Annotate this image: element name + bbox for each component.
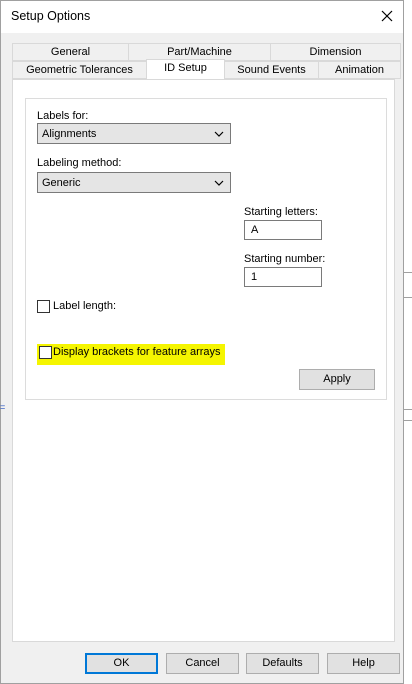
- apply-button[interactable]: Apply: [299, 369, 375, 390]
- label-length-label: Label length:: [53, 300, 116, 312]
- label-length-checkbox[interactable]: [37, 300, 50, 313]
- labels-for-label: Labels for:: [37, 110, 89, 122]
- window-title: Setup Options: [11, 9, 91, 23]
- cancel-button[interactable]: Cancel: [166, 653, 239, 674]
- starting-letters-label: Starting letters:: [244, 206, 318, 218]
- background-edge: [404, 0, 412, 684]
- labeling-method-value: Generic: [42, 176, 81, 189]
- labeling-method-dropdown[interactable]: Generic: [37, 172, 231, 193]
- display-brackets-label: Display brackets for feature arrays: [53, 346, 221, 358]
- ok-button[interactable]: OK: [85, 653, 158, 674]
- labeling-method-label: Labeling method:: [37, 157, 122, 169]
- tab-general[interactable]: General: [12, 43, 129, 61]
- chevron-down-icon: [214, 180, 224, 186]
- tab-id-setup[interactable]: ID Setup: [146, 59, 225, 79]
- defaults-button[interactable]: Defaults: [246, 653, 319, 674]
- labels-for-value: Alignments: [42, 127, 97, 140]
- close-icon: [381, 10, 393, 22]
- tab-animation[interactable]: Animation: [318, 61, 401, 79]
- chevron-down-icon: [214, 131, 224, 137]
- starting-letters-input[interactable]: A: [244, 220, 322, 240]
- tab-dimension[interactable]: Dimension: [270, 43, 401, 61]
- starting-number-label: Starting number:: [244, 253, 326, 265]
- close-button[interactable]: [372, 2, 402, 30]
- background-mark: =: [0, 402, 6, 412]
- tab-geometric-tolerances[interactable]: Geometric Tolerances: [12, 61, 147, 79]
- tab-sound-events[interactable]: Sound Events: [224, 61, 319, 79]
- display-brackets-checkbox[interactable]: [39, 346, 52, 359]
- labels-for-dropdown[interactable]: Alignments: [37, 123, 231, 144]
- help-button[interactable]: Help: [327, 653, 400, 674]
- starting-number-input[interactable]: 1: [244, 267, 322, 287]
